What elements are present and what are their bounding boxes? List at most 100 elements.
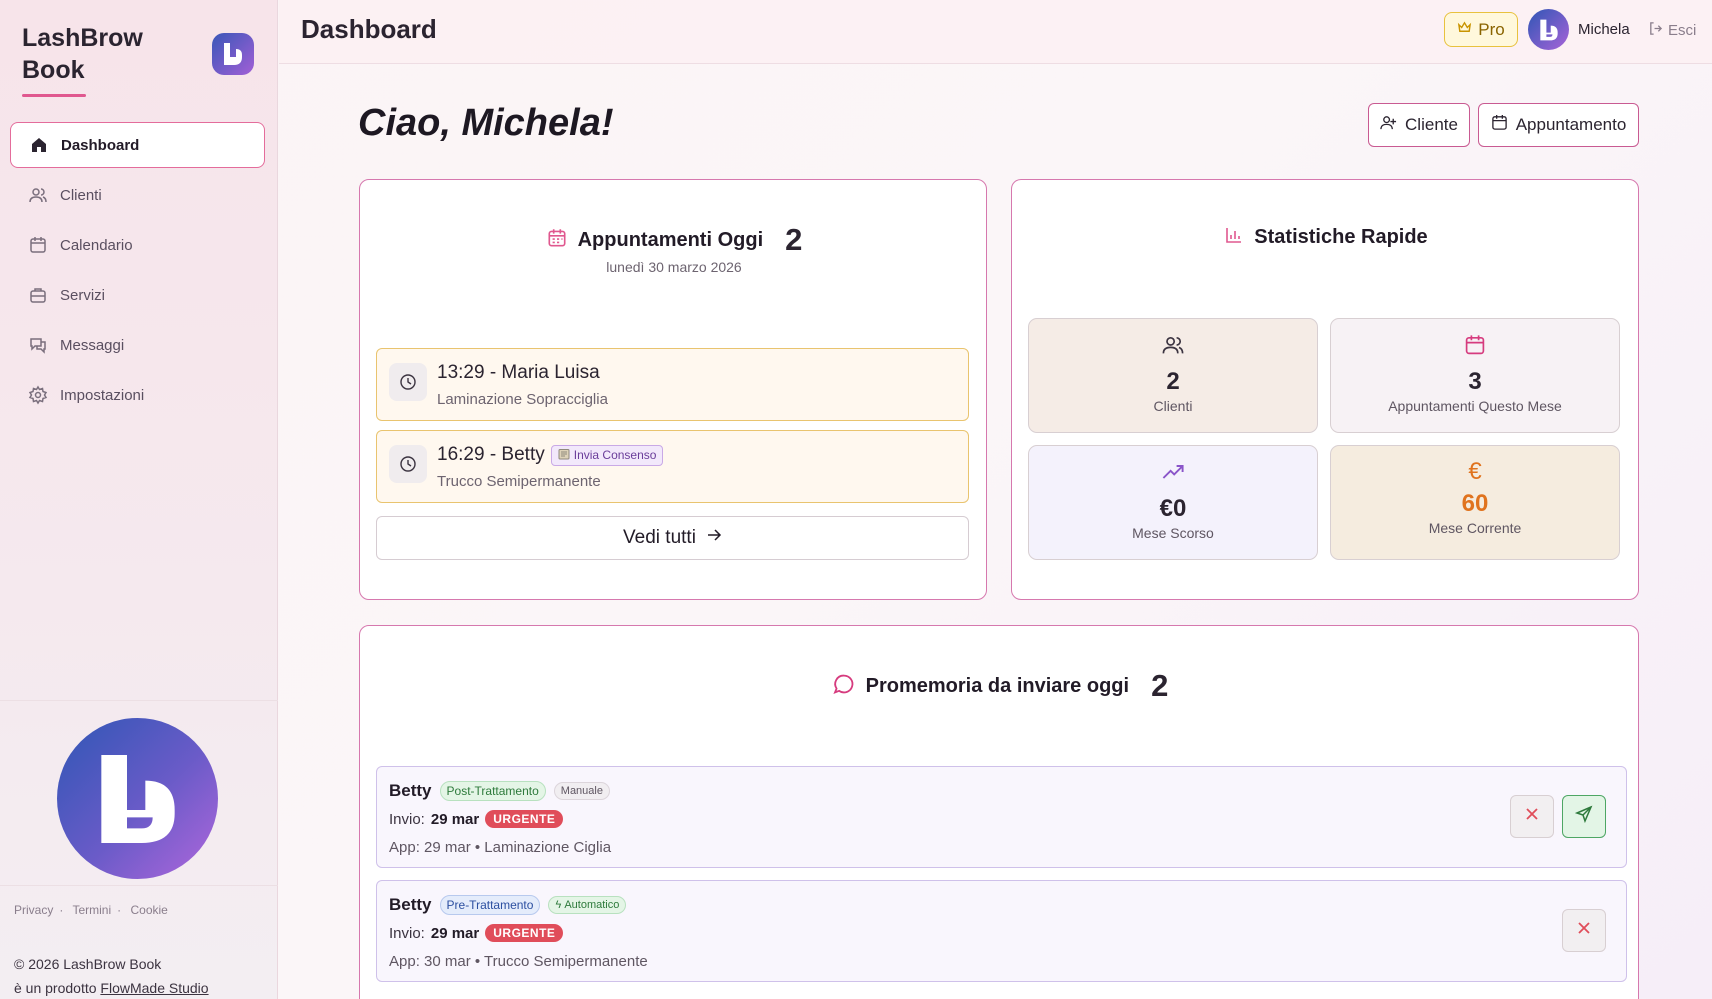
send-label: Invio: [389,924,425,942]
appointment-time-name: 16:29 - Betty [437,444,545,465]
add-appointment-label: Appuntamento [1515,115,1627,134]
clock-icon [389,363,427,401]
sidebar-item-dashboard[interactable]: Dashboard [10,122,265,168]
stat-last-month[interactable]: €0 Mese Scorso [1028,445,1318,560]
today-date: lunedì 30 marzo 2026 [606,259,742,275]
reminders-card: Promemoria da inviare oggi 2 Betty Post-… [359,625,1639,999]
reminder-appointment: App: 29 mar • Laminazione Ciglia [389,839,612,856]
logout-label: Esci [1668,22,1697,39]
sidebar-item-label: Messaggi [60,336,125,354]
privacy-link[interactable]: Privacy [14,903,53,917]
stat-label: Clienti [1153,398,1193,414]
reminders-count: 2 [1151,668,1169,703]
reminder-mode-label: Automatico [564,899,620,911]
user-name[interactable]: Michela [1578,21,1630,38]
stat-label: Mese Corrente [1428,520,1522,536]
appointment-time-name: 13:29 - Maria Luisa [437,362,600,383]
reminder-client-name: Betty [389,895,432,914]
appointment-service: Trucco Semipermanente [437,473,601,490]
reminder-mode-badge: ϟ Automatico [548,896,627,914]
euro-icon: € [1468,458,1482,485]
brand-logo-icon[interactable] [212,33,254,75]
urgent-badge: URGENTE [485,810,564,828]
add-client-label: Cliente [1405,115,1458,134]
add-client-button[interactable]: Cliente [1368,103,1470,147]
legal-links: Privacy · Termini · Cookie [14,903,174,917]
dismiss-button[interactable] [1510,795,1554,838]
pro-badge[interactable]: Pro [1444,12,1518,47]
copyright-text: © 2026 LashBrow Book [14,956,162,972]
cookie-link[interactable]: Cookie [130,903,167,917]
sidebar-item-label: Dashboard [61,136,140,154]
users-icon [28,185,48,205]
stats-title: Statistiche Rapide [1254,226,1428,248]
terms-link[interactable]: Termini [72,903,111,917]
sidebar-item-calendario[interactable]: Calendario [10,222,265,268]
reminder-item[interactable]: Betty Pre-Trattamento ϟ Automatico Invio… [376,880,1627,982]
sidebar-divider [0,885,278,886]
stat-label: Mese Scorso [1132,525,1214,541]
sidebar-item-messaggi[interactable]: Messaggi [10,322,265,368]
urgent-badge: URGENTE [485,924,564,942]
brand-name[interactable]: LashBrow Book [22,22,143,86]
plan-label: Pro [1478,19,1505,39]
send-date: 29 mar [430,810,480,828]
send-consent-badge[interactable]: Invia Consenso [550,444,664,466]
calendar-icon [28,235,48,255]
users-icon [1161,333,1185,362]
sidebar-item-label: Clienti [60,186,102,204]
crown-icon [1457,20,1472,40]
stat-value: 3 [1468,368,1482,395]
app-logo-icon [57,718,218,879]
sidebar-divider [0,700,278,701]
stat-label: Appuntamenti Questo Mese [1388,398,1562,414]
logout-icon [1648,21,1663,40]
calendar-icon [1463,333,1487,362]
today-title: Appuntamenti Oggi [577,228,764,251]
dismiss-button[interactable] [1562,909,1606,952]
stat-value: 2 [1166,368,1180,395]
appointment-item[interactable]: 13:29 - Maria Luisa Laminazione Sopracci… [376,348,969,421]
sidebar: LashBrow Book Dashboard Clienti Calendar… [0,0,278,999]
send-icon [1574,805,1593,828]
clock-icon [389,445,427,483]
reminder-client-name: Betty [389,781,432,800]
send-consent-label: Invia Consenso [573,448,657,462]
home-icon [29,135,49,155]
send-button[interactable] [1562,795,1606,838]
product-prefix: è un prodotto [14,980,97,996]
stat-appointments-month[interactable]: 3 Appuntamenti Questo Mese [1330,318,1620,433]
reminder-item[interactable]: Betty Post-Trattamento Manuale Invio: 29… [376,766,1627,868]
appointment-item[interactable]: 16:29 - Betty Invia Consenso Trucco Semi… [376,430,969,503]
logout-button[interactable]: Esci [1648,21,1696,40]
add-appointment-button[interactable]: Appuntamento [1478,103,1639,147]
stat-clients[interactable]: 2 Clienti [1028,318,1318,433]
send-label: Invio: [389,810,425,828]
sidebar-item-impostazioni[interactable]: Impostazioni [10,372,265,418]
flowmade-link[interactable]: FlowMade Studio [100,980,208,996]
reminder-mode-badge: Manuale [553,782,610,800]
briefcase-icon [28,285,48,305]
message-circle-icon [832,672,856,701]
see-all-button[interactable]: Vedi tutti [376,516,969,560]
trending-up-icon [1161,460,1185,489]
reminder-appointment: App: 30 mar • Trucco Semipermanente [389,953,648,970]
sidebar-item-label: Calendario [60,236,133,254]
reminder-type-badge: Post-Trattamento [439,781,546,801]
clipboard-icon [558,448,570,463]
brand-underline [22,94,86,97]
topbar: Dashboard Pro Michela Esci [279,0,1712,64]
gear-icon [28,385,48,405]
sidebar-item-label: Impostazioni [60,386,145,404]
avatar[interactable] [1528,9,1569,50]
stat-current-month[interactable]: € 60 Mese Corrente [1330,445,1620,560]
bar-chart-icon [1224,225,1244,250]
appointment-service: Laminazione Sopracciglia [437,391,608,408]
sidebar-item-clienti[interactable]: Clienti [10,172,265,218]
sidebar-item-label: Servizi [60,286,106,304]
copyright: © 2026 LashBrow Book è un prodotto FlowM… [14,952,209,999]
sidebar-item-servizi[interactable]: Servizi [10,272,265,318]
messages-icon [28,335,48,355]
reminder-type-badge: Pre-Trattamento [439,895,541,915]
today-appointments-card: Appuntamenti Oggi 2 lunedì 30 marzo 2026… [359,179,987,600]
